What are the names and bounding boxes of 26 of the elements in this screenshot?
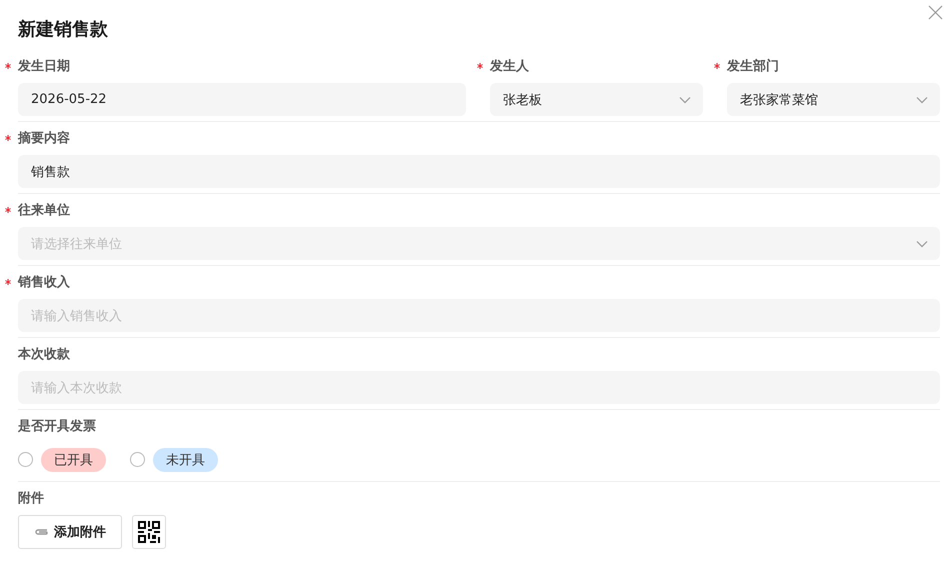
field-label: 本次收款 — [18, 346, 70, 363]
select-field[interactable]: 老张家常菜馆 — [727, 83, 940, 116]
dialog-title: 新建销售款 — [18, 18, 108, 42]
qr-code-icon — [138, 521, 160, 543]
field-label: 销售收入 — [18, 274, 70, 291]
chevron-down-icon — [916, 240, 928, 248]
field-label: 摘要内容 — [18, 130, 70, 147]
close-icon[interactable] — [928, 5, 943, 20]
field-label: 发生人 — [490, 58, 529, 75]
select-field[interactable]: 张老板 — [490, 83, 703, 116]
paperclip-icon — [34, 527, 49, 537]
chevron-down-icon — [916, 96, 928, 104]
date-field[interactable]: 2026-05-22 — [18, 83, 466, 116]
field-label: 往来单位 — [18, 202, 70, 219]
radio-button[interactable] — [130, 452, 145, 467]
qr-code-button[interactable] — [132, 515, 166, 549]
field-label: 发生日期 — [18, 58, 70, 75]
field-label: 发生部门 — [727, 58, 779, 75]
option-tag[interactable]: 已开具 — [41, 448, 106, 472]
field-label: 附件 — [18, 490, 44, 507]
add-attachment-button[interactable]: 添加附件 — [18, 515, 122, 549]
option-tag[interactable]: 未开具 — [153, 448, 218, 472]
input-field[interactable]: 销售款 — [18, 155, 940, 188]
radio-button[interactable] — [18, 452, 33, 467]
chevron-down-icon — [679, 96, 691, 104]
field-label: 是否开具发票 — [18, 418, 96, 435]
